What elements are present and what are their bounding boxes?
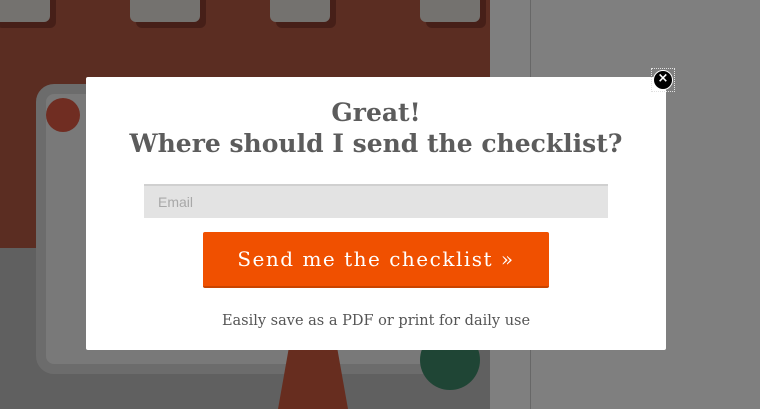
page: Great! Where should I send the checklist…: [0, 0, 760, 409]
optin-modal: Great! Where should I send the checklist…: [86, 77, 666, 350]
modal-note: Easily save as a PDF or print for daily …: [221, 313, 531, 329]
modal-title-line2: Where should I send the checklist?: [129, 129, 623, 158]
close-icon[interactable]: ×: [653, 70, 673, 90]
close-button-focus-ring: ×: [651, 68, 675, 92]
modal-title-line1: Great!: [331, 98, 421, 127]
send-checklist-button[interactable]: Send me the checklist »: [203, 232, 549, 288]
modal-title: Great! Where should I send the checklist…: [86, 97, 666, 159]
email-field[interactable]: [144, 184, 608, 218]
